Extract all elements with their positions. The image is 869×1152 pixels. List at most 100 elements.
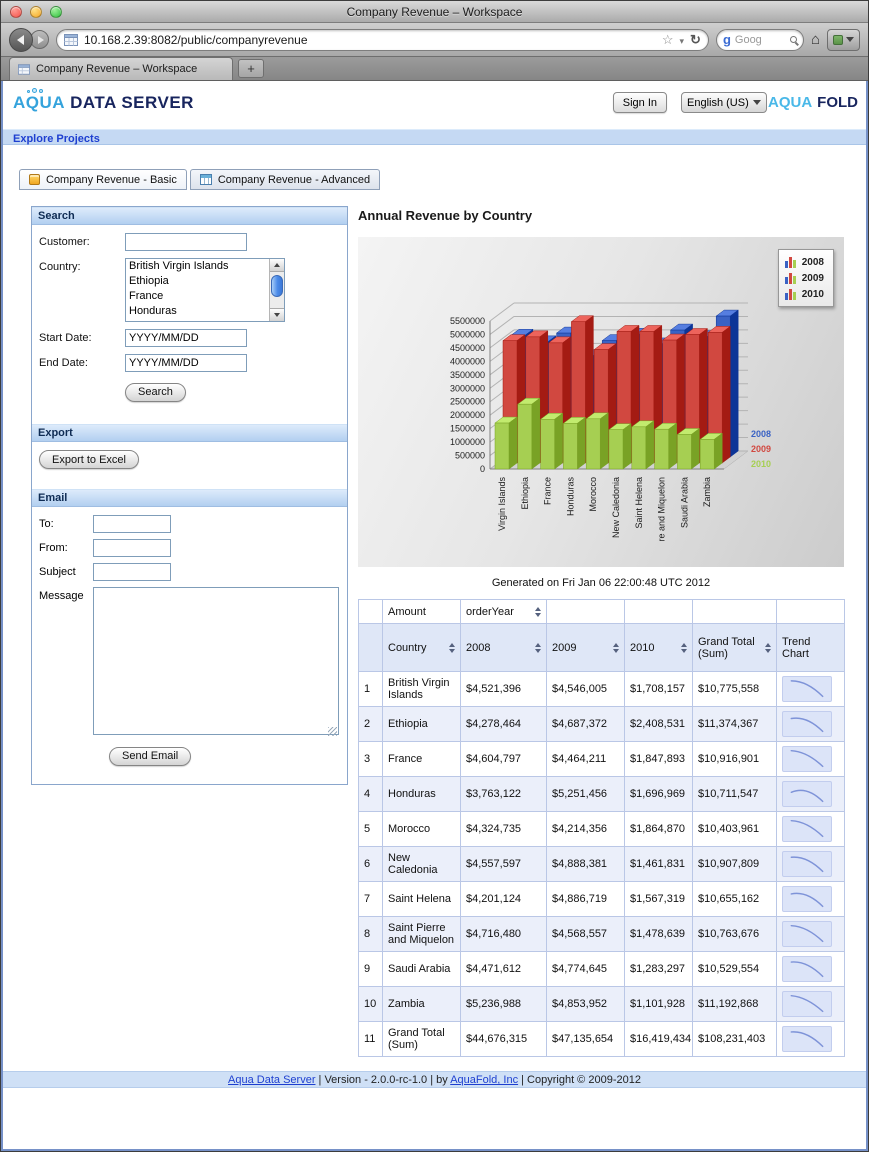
trend-chart-cell[interactable] — [776, 671, 845, 707]
trend-sparkline[interactable] — [782, 746, 832, 772]
reload-icon[interactable] — [690, 31, 701, 49]
cell-2008: $5,236,988 — [460, 986, 547, 1022]
sort-icon — [765, 642, 771, 653]
traffic-lights — [10, 6, 62, 18]
web-page: AQUA DATA SERVER Sign In English (US) AQU… — [1, 81, 868, 1151]
scrollbar-thumb[interactable] — [271, 275, 283, 297]
cell-country: Saudi Arabia — [382, 951, 461, 987]
svg-text:Morocco: Morocco — [588, 477, 598, 512]
revenue-chart: 0 500000 1000000 1500000 2000000 2500000 30000… — [358, 237, 844, 567]
trend-sparkline[interactable] — [782, 886, 832, 912]
table-row: 7 Saint Helena $4,201,124 $4,886,719 $1,567,… — [358, 881, 845, 917]
trend-sparkline[interactable] — [782, 781, 832, 807]
email-to-input[interactable] — [93, 515, 171, 533]
orderyear-header[interactable]: orderYear — [460, 599, 547, 624]
trend-chart-cell[interactable] — [776, 776, 845, 812]
trend-sparkline[interactable] — [782, 711, 832, 737]
cell-country: Saint Helena — [382, 881, 461, 917]
email-subject-label: Subject — [39, 566, 76, 578]
url-text[interactable]: 10.168.2.39:8082/public/companyrevenue — [84, 33, 656, 47]
trend-chart-cell[interactable] — [776, 1021, 845, 1057]
scroll-down-icon[interactable] — [270, 308, 284, 321]
svg-text:2010: 2010 — [751, 459, 771, 469]
cell-grand-total: $10,711,547 — [692, 776, 777, 812]
svg-text:Saudi Arabia: Saudi Arabia — [679, 477, 689, 528]
trend-chart-cell[interactable] — [776, 811, 845, 847]
email-message-label: Message — [39, 590, 84, 602]
trend-chart-cell[interactable] — [776, 706, 845, 742]
trend-chart-cell[interactable] — [776, 916, 845, 952]
resize-grip-icon[interactable] — [328, 727, 337, 736]
web-search-text[interactable]: Goog — [735, 34, 786, 46]
cell-country: Zambia — [382, 986, 461, 1022]
country-listbox[interactable]: British Virgin Islands Ethiopia France Hond… — [125, 258, 285, 322]
trend-chart-cell[interactable] — [776, 951, 845, 987]
search-magnifier-icon[interactable] — [789, 36, 797, 43]
home-button[interactable] — [811, 31, 820, 49]
col-2008-header[interactable]: 2008 — [460, 623, 547, 672]
email-subject-input[interactable] — [93, 563, 171, 581]
country-option[interactable]: British Virgin Islands — [126, 259, 269, 274]
new-tab-button[interactable]: + — [238, 59, 264, 78]
zoom-window-button[interactable] — [50, 6, 62, 18]
send-email-button[interactable]: Send Email — [109, 746, 192, 766]
country-column-header[interactable]: Country — [382, 623, 461, 672]
trend-sparkline[interactable] — [782, 921, 832, 947]
cell-2008: $44,676,315 — [460, 1021, 547, 1057]
cell-2010: $1,708,157 — [624, 671, 693, 707]
sort-icon — [535, 642, 541, 653]
url-dropdown-icon[interactable] — [680, 31, 685, 49]
country-option[interactable]: Ethiopia — [126, 274, 269, 289]
trend-sparkline[interactable] — [782, 991, 832, 1017]
cell-2008: $4,716,480 — [460, 916, 547, 952]
window-titlebar[interactable]: Company Revenue – Workspace — [1, 1, 868, 23]
trend-sparkline[interactable] — [782, 956, 832, 982]
extensions-button[interactable] — [827, 28, 860, 51]
search-button[interactable]: Search — [125, 382, 186, 402]
legend-item: 2009 — [784, 270, 824, 286]
svg-text:1500000: 1500000 — [450, 424, 485, 434]
row-number: 10 — [358, 986, 383, 1022]
web-search-field[interactable]: Goog — [715, 28, 804, 51]
explore-projects-link[interactable]: Explore Projects — [13, 133, 100, 145]
listbox-scrollbar[interactable] — [269, 259, 284, 321]
minimize-window-button[interactable] — [30, 6, 42, 18]
tab-company-revenue-basic[interactable]: Company Revenue - Basic — [19, 169, 187, 190]
trend-sparkline[interactable] — [782, 816, 832, 842]
email-to-label: To: — [39, 518, 54, 530]
aqua-data-server-link[interactable]: Aqua Data Server — [228, 1074, 315, 1086]
row-number: 2 — [358, 706, 383, 742]
trend-sparkline[interactable] — [782, 1026, 832, 1052]
trend-sparkline[interactable] — [782, 851, 832, 877]
customer-input[interactable] — [125, 233, 247, 251]
col-2010-header[interactable]: 2010 — [624, 623, 693, 672]
trend-chart-cell[interactable] — [776, 846, 845, 882]
export-to-excel-button[interactable]: Export to Excel — [39, 450, 139, 469]
close-window-button[interactable] — [10, 6, 22, 18]
col-2009-header[interactable]: 2009 — [546, 623, 625, 672]
back-button[interactable] — [9, 27, 33, 52]
tab-company-revenue-advanced[interactable]: Company Revenue - Advanced — [189, 169, 381, 190]
aquafold-link[interactable]: AquaFold, Inc — [450, 1074, 518, 1086]
language-select[interactable]: English (US) — [681, 92, 767, 113]
sign-in-button[interactable]: Sign In — [612, 92, 667, 113]
start-date-input[interactable] — [125, 329, 247, 347]
trend-chart-cell[interactable] — [776, 741, 845, 777]
email-from-label: From: — [39, 542, 68, 554]
row-number: 11 — [358, 1021, 383, 1057]
end-date-input[interactable] — [125, 354, 247, 372]
row-number: 3 — [358, 741, 383, 777]
country-option[interactable]: Honduras — [126, 304, 269, 319]
trend-chart-cell[interactable] — [776, 986, 845, 1022]
scroll-up-icon[interactable] — [270, 259, 284, 272]
grand-total-header[interactable]: Grand Total (Sum) — [692, 623, 777, 672]
trend-sparkline[interactable] — [782, 676, 832, 702]
browser-tab[interactable]: Company Revenue – Workspace — [9, 57, 233, 80]
country-option[interactable]: France — [126, 289, 269, 304]
bookmark-star-icon[interactable] — [662, 31, 674, 49]
address-bar[interactable]: 10.168.2.39:8082/public/companyrevenue — [56, 28, 709, 51]
email-message-textarea[interactable] — [93, 587, 339, 735]
email-from-input[interactable] — [93, 539, 171, 557]
country-listbox-items: British Virgin Islands Ethiopia France Hond… — [126, 259, 269, 319]
trend-chart-cell[interactable] — [776, 881, 845, 917]
